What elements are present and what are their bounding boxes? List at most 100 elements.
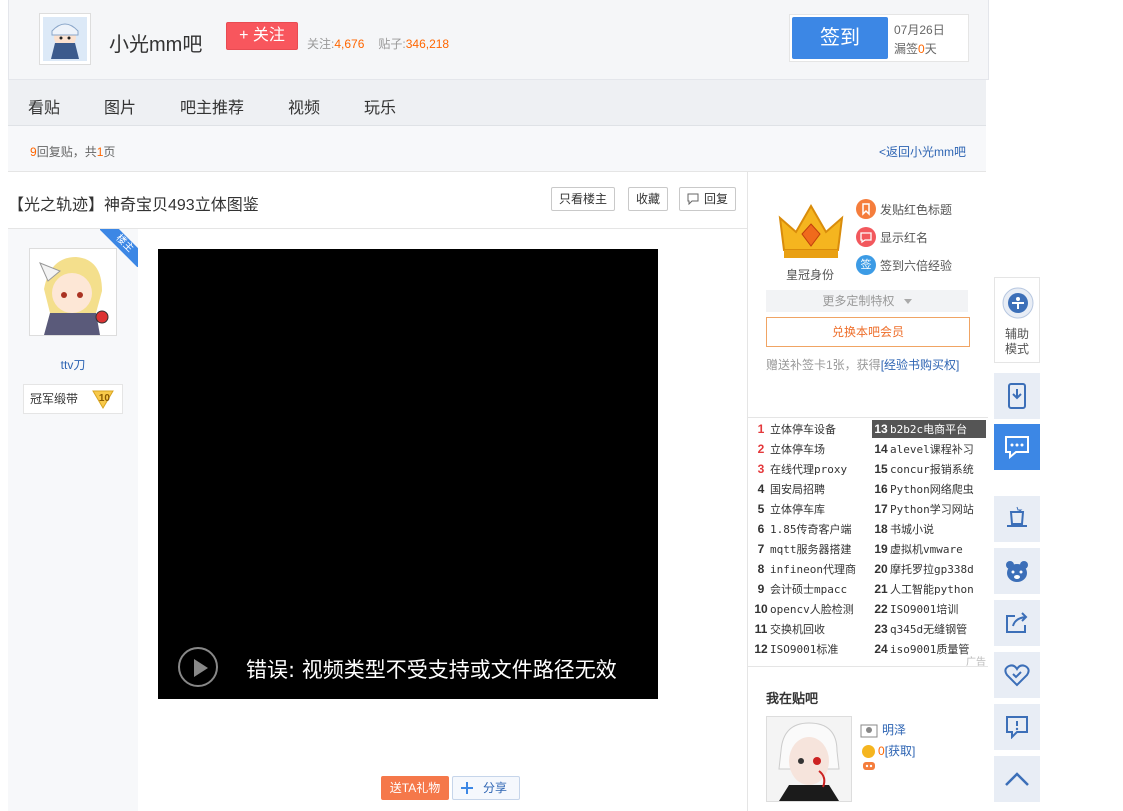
followers-label: 关注:: [307, 37, 335, 51]
list-item[interactable]: 21 人工智能python: [872, 580, 986, 598]
favorite-button[interactable]: [994, 652, 1040, 698]
list-item[interactable]: 20 摩托罗拉gp338d: [872, 560, 986, 578]
badge-label: 冠军缎带: [30, 392, 79, 406]
op-tag-label: 楼主: [100, 229, 138, 267]
reply-button-label: 回复: [704, 192, 729, 206]
bear-icon: [1006, 561, 1028, 582]
post-title-row: 【光之轨迹】神奇宝贝493立体图鉴 只看楼主 收藏 回复: [8, 172, 747, 229]
video-error-message: 错误: 视频类型不受支持或文件路径无效: [246, 658, 617, 682]
exp-book-link[interactable]: [经验书购买权]: [881, 358, 960, 372]
level-number: 10: [98, 393, 110, 404]
list-item[interactable]: 14 alevel课程补习: [872, 440, 986, 458]
play-icon[interactable]: [178, 647, 218, 687]
list-item[interactable]: 12 ISO9001标准: [752, 640, 866, 658]
list-item[interactable]: 1 立体停车设备: [752, 420, 866, 438]
sign-icon: 签: [856, 255, 876, 275]
report-icon: [1006, 716, 1028, 739]
plus-icon: [461, 782, 473, 794]
user-badge[interactable]: 冠军缎带 10: [23, 384, 123, 414]
bookmark-icon: [856, 199, 876, 219]
magic-hat-icon: [1007, 506, 1027, 527]
reply-button[interactable]: 回复: [679, 187, 737, 211]
only-op-button[interactable]: 只看楼主: [551, 187, 616, 211]
assist-mode-button[interactable]: 辅助 模式: [994, 277, 1040, 363]
collect-button[interactable]: 收藏: [628, 187, 669, 211]
mobile-button[interactable]: [994, 373, 1040, 419]
hot-search-list: 1 立体停车设备 2 立体停车场 3 在线代理proxy 4 国安局招聘 5 立体停车库 …: [748, 417, 988, 668]
coin-count: 0: [878, 744, 885, 758]
privilege-red-name: 显示红名: [856, 227, 928, 247]
privilege-label: 显示红名: [880, 230, 929, 245]
assist-label-2: 模式: [1004, 342, 1029, 356]
back-to-top-button[interactable]: [994, 756, 1040, 802]
list-item[interactable]: 5 立体停车库: [752, 500, 866, 518]
post-title: 【光之轨迹】神奇宝贝493立体图鉴: [8, 197, 259, 214]
privilege-label: 签到六倍经验: [880, 258, 953, 273]
chat-icon: [856, 227, 876, 247]
signin-button[interactable]: 签到: [792, 17, 888, 59]
follow-button[interactable]: + 关注: [226, 22, 298, 50]
page-suffix: 页: [103, 145, 116, 159]
bar-name[interactable]: 小光mm吧: [109, 28, 202, 57]
share-label: 分享: [483, 781, 508, 795]
tab-posts[interactable]: 看贴: [28, 94, 60, 118]
my-tieba-title: 我在贴吧: [766, 691, 819, 706]
tab-images[interactable]: 图片: [104, 94, 136, 118]
user-icon: [860, 724, 878, 738]
list-item[interactable]: 3 在线代理proxy: [752, 460, 866, 478]
list-item[interactable]: 9 会计硕士mpacc: [752, 580, 866, 598]
bar-avatar[interactable]: [39, 13, 91, 65]
share-button[interactable]: 分享: [452, 776, 520, 800]
op-tag: 楼主: [100, 229, 138, 267]
redeem-member-button[interactable]: 兑换本吧会员: [766, 317, 970, 347]
back-to-bar-link[interactable]: <返回小光mm吧: [879, 143, 966, 160]
list-item[interactable]: 13 b2b2c电商平台: [872, 420, 986, 438]
list-item[interactable]: 8 infineon代理商: [752, 560, 866, 578]
right-column: 皇冠身份 发贴红色标题 显示红名 签签到六倍经验 更多定制特权 兑换本吧会员 赠…: [747, 172, 988, 811]
reply-info: 9回复贴，共1页: [30, 143, 115, 160]
list-item[interactable]: 4 国安局招聘: [752, 480, 866, 498]
list-item[interactable]: 16 Python网络爬虫: [872, 480, 986, 498]
posts-label: 贴子:: [378, 37, 406, 51]
share-side-button[interactable]: [994, 600, 1040, 646]
list-item[interactable]: 6 1.85传奇客户端: [752, 520, 866, 538]
game-icon[interactable]: [862, 760, 876, 772]
report-button[interactable]: [994, 704, 1040, 750]
more-privileges-label: 更多定制特权: [822, 294, 895, 308]
list-item[interactable]: 19 虚拟机vmware: [872, 540, 986, 558]
my-avatar[interactable]: [766, 716, 852, 802]
signin-box: 签到 07月26日 漏签0天: [789, 14, 969, 62]
list-item[interactable]: 23 q345d无缝钢管: [872, 620, 986, 638]
author-name[interactable]: ttv刀: [8, 356, 138, 373]
list-item[interactable]: 22 ISO9001培训: [872, 600, 986, 618]
bear-button[interactable]: [994, 548, 1040, 594]
get-coins-link[interactable]: [获取]: [885, 744, 916, 758]
privilege-sign-exp: 签签到六倍经验: [856, 255, 952, 275]
gift-button[interactable]: 送TA礼物: [381, 776, 449, 800]
reply-bar: 9回复贴，共1页 <返回小光mm吧: [8, 126, 986, 172]
chevron-up-icon: [1005, 772, 1029, 786]
reply-count: 9: [30, 145, 37, 159]
list-item[interactable]: 10 opencv人脸检测: [752, 600, 866, 618]
list-item[interactable]: 7 mqtt服务器搭建: [752, 540, 866, 558]
ad-tag[interactable]: 广告: [966, 653, 986, 668]
crown-label: 皇冠身份: [786, 268, 835, 282]
list-item[interactable]: 15 concur报销系统: [872, 460, 986, 478]
chevron-down-icon: [903, 299, 912, 305]
list-item[interactable]: 18 书城小说: [872, 520, 986, 538]
tab-recommended[interactable]: 吧主推荐: [180, 94, 244, 118]
more-privileges[interactable]: 更多定制特权: [766, 290, 968, 312]
tab-videos[interactable]: 视频: [288, 94, 320, 118]
heart-icon: [1004, 664, 1030, 687]
message-button[interactable]: [994, 424, 1040, 470]
accessibility-icon: [1002, 287, 1034, 319]
tab-fun[interactable]: 玩乐: [364, 94, 396, 118]
video-player[interactable]: 错误: 视频类型不受支持或文件路径无效: [158, 249, 658, 699]
magic-hat-button[interactable]: [994, 496, 1040, 542]
followers-count: 4,676: [334, 37, 365, 51]
my-username[interactable]: 明泽: [860, 721, 906, 738]
list-item[interactable]: 11 交换机回收: [752, 620, 866, 638]
reply-text: 回复贴，共: [36, 145, 97, 159]
list-item[interactable]: 2 立体停车场: [752, 440, 866, 458]
list-item[interactable]: 17 Python学习网站: [872, 500, 986, 518]
